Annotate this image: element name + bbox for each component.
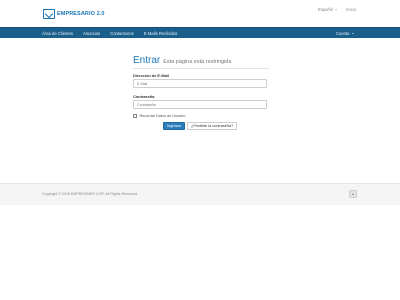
- chevron-up-icon: [352, 193, 354, 195]
- form-actions: Ingresar ¿Perdiste la contraseña?: [163, 122, 238, 130]
- back-to-top-button[interactable]: [349, 190, 357, 198]
- page-subtitle: Esta página está restringida: [163, 59, 232, 65]
- page-heading: Entrar Esta página está restringida: [133, 55, 269, 69]
- password-field[interactable]: [133, 100, 267, 109]
- nav-item-client-area[interactable]: Área de Clientes: [42, 31, 73, 36]
- language-label: Español: [318, 7, 334, 12]
- logo[interactable]: EMPRESARIO 2.0: [43, 8, 105, 19]
- forgot-password-button[interactable]: ¿Perdiste la contraseña?: [187, 122, 238, 130]
- account-label: Cuenta: [336, 31, 350, 36]
- remember-checkbox[interactable]: [133, 114, 137, 118]
- account-menu[interactable]: Cuenta: [336, 28, 354, 39]
- nav-item-received-emails[interactable]: E-Mails Recibidos: [144, 31, 178, 36]
- email-label: Dirección de E-Mail: [133, 73, 169, 78]
- nav-menu: Área de Clientes Anuncios Contactenos E-…: [42, 28, 187, 39]
- brand-name: EMPRESARIO 2.0: [57, 10, 105, 17]
- login-form: Entrar Esta página está restringida Dire…: [133, 55, 269, 130]
- footer: Copyright © 2018 EMPRESARIO 2.0®. All Ri…: [0, 183, 400, 205]
- nav-item-announcements[interactable]: Anuncios: [83, 31, 100, 36]
- top-header: EMPRESARIO 2.0 Español Inicio: [0, 0, 400, 27]
- logo-check-icon: [43, 8, 55, 19]
- copyright-text: Copyright © 2018 EMPRESARIO 2.0®. All Ri…: [42, 192, 138, 196]
- nav-item-contact[interactable]: Contactenos: [110, 31, 134, 36]
- password-label: Contraseña: [133, 94, 155, 99]
- chevron-down-icon: [335, 9, 338, 10]
- chevron-down-icon: [351, 33, 354, 34]
- language-dropdown[interactable]: Español: [318, 7, 338, 12]
- main-navbar: Área de Clientes Anuncios Contactenos E-…: [0, 27, 400, 38]
- remember-me[interactable]: Recordar Datos de Usuario: [133, 114, 186, 118]
- page-title: Entrar: [133, 55, 161, 66]
- email-field[interactable]: [133, 79, 267, 88]
- login-button[interactable]: Ingresar: [163, 122, 185, 130]
- home-link[interactable]: Inicio: [346, 7, 356, 12]
- remember-label: Recordar Datos de Usuario: [139, 114, 186, 118]
- top-links: Español Inicio: [318, 7, 356, 12]
